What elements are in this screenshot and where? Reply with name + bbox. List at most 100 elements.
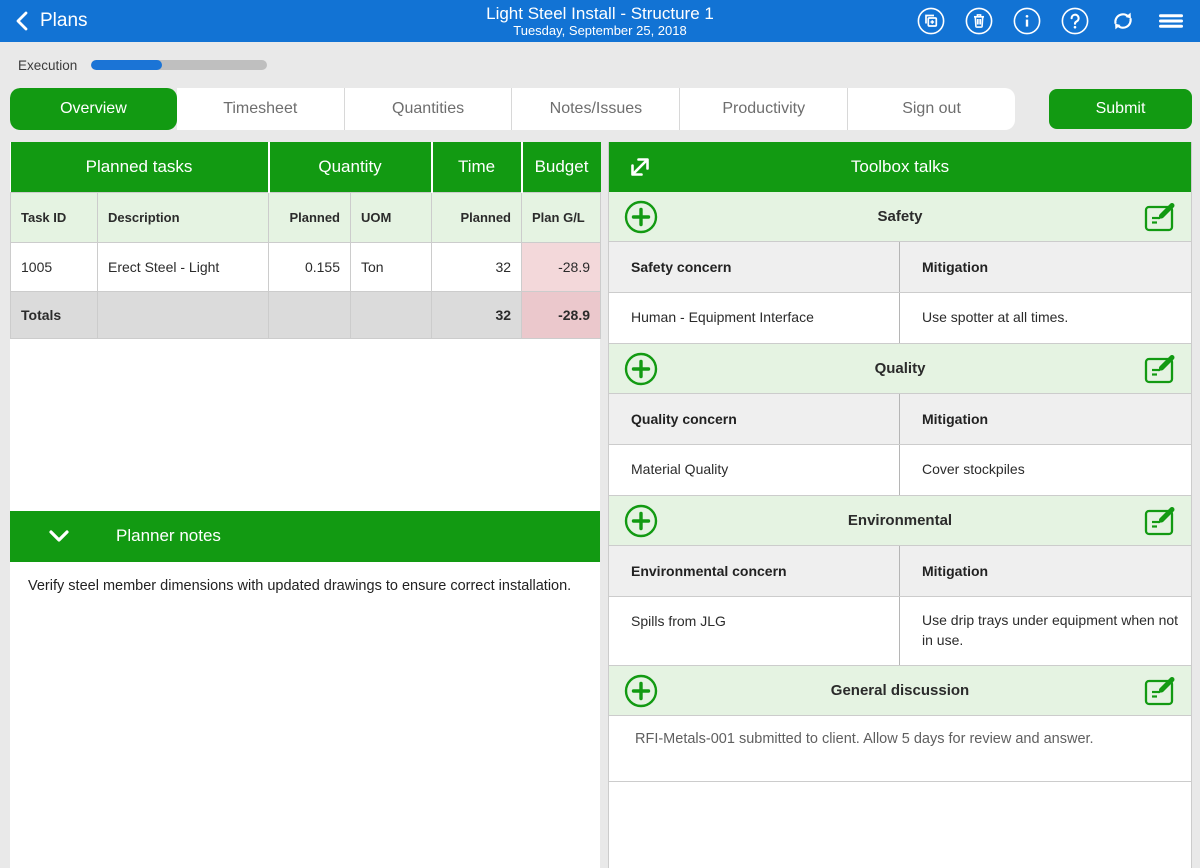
mitigation-header: Mitigation <box>900 546 1191 596</box>
planned-tasks-panel: Planned tasks Quantity Time Budget Task … <box>10 142 600 868</box>
col-header-task-id: Task ID <box>11 192 98 242</box>
planner-notes-title: Planner notes <box>116 526 221 546</box>
col-header-plan-gl: Plan G/L <box>522 192 601 242</box>
tab-notes-issues[interactable]: Notes/Issues <box>512 88 680 130</box>
sync-icon <box>1109 7 1137 35</box>
time-planned-cell: 32 <box>432 242 522 291</box>
uom-cell: Ton <box>351 242 432 291</box>
col-header-description: Description <box>98 192 269 242</box>
edit-note-icon <box>1143 505 1179 537</box>
execution-row: Execution <box>0 42 1200 88</box>
tab-sign-out[interactable]: Sign out <box>848 88 1015 130</box>
main-content: Planned tasks Quantity Time Budget Task … <box>0 142 1200 868</box>
qty-planned-cell: 0.155 <box>269 242 351 291</box>
add-general-discussion-button[interactable] <box>623 673 659 709</box>
left-panel-spacer <box>10 339 600 511</box>
safety-concern-cell: Human - Equipment Interface <box>609 293 900 343</box>
mitigation-header: Mitigation <box>900 242 1191 292</box>
totals-empty <box>351 291 432 338</box>
copy-button[interactable] <box>917 8 944 35</box>
quality-concern-header: Quality concern <box>609 394 900 444</box>
tabs: Overview Timesheet Quantities Notes/Issu… <box>10 88 1015 130</box>
column-header-row: Task ID Description Planned UOM Planned … <box>11 192 601 242</box>
environmental-row[interactable]: Spills from JLG Use drip trays under equ… <box>609 597 1191 666</box>
info-button[interactable] <box>1013 8 1040 35</box>
group-header-time: Time <box>432 142 522 192</box>
expand-icon <box>625 152 655 182</box>
chevron-down-icon <box>44 522 74 550</box>
execution-label: Execution <box>18 58 77 73</box>
add-environmental-button[interactable] <box>623 503 659 539</box>
environmental-concern-header: Environmental concern <box>609 546 900 596</box>
safety-table-header: Safety concern Mitigation <box>609 242 1191 293</box>
edit-general-discussion-button[interactable] <box>1143 675 1179 707</box>
back-button[interactable]: Plans <box>0 7 88 35</box>
help-button[interactable] <box>1061 8 1088 35</box>
environmental-table-header: Environmental concern Mitigation <box>609 546 1191 597</box>
sync-button[interactable] <box>1109 8 1136 35</box>
edit-note-icon <box>1143 353 1179 385</box>
totals-empty <box>98 291 269 338</box>
general-discussion-note[interactable]: RFI-Metals-001 submitted to client. Allo… <box>609 716 1191 782</box>
quality-mitigation-cell: Cover stockpiles <box>900 445 1191 495</box>
col-header-qty-planned: Planned <box>269 192 351 242</box>
totals-row: Totals 32 -28.9 <box>11 291 601 338</box>
safety-row[interactable]: Human - Equipment Interface Use spotter … <box>609 293 1191 344</box>
delete-button[interactable] <box>965 8 992 35</box>
quality-row[interactable]: Material Quality Cover stockpiles <box>609 445 1191 496</box>
back-label: Plans <box>40 10 88 32</box>
toolbox-empty-area <box>609 782 1191 868</box>
edit-quality-button[interactable] <box>1143 353 1179 385</box>
edit-note-icon <box>1143 201 1179 233</box>
hamburger-icon <box>1157 7 1185 35</box>
tab-bar: Overview Timesheet Quantities Notes/Issu… <box>0 88 1200 130</box>
tab-quantities[interactable]: Quantities <box>345 88 513 130</box>
environmental-concern-cell: Spills from JLG <box>609 597 900 665</box>
execution-progress-fill <box>91 60 161 70</box>
planner-notes-text: Verify steel member dimensions with upda… <box>10 562 600 868</box>
plan-date: Tuesday, September 25, 2018 <box>513 23 686 38</box>
planner-notes-header[interactable]: Planner notes <box>10 511 600 562</box>
tab-overview[interactable]: Overview <box>10 88 177 130</box>
environmental-title: Environmental <box>848 512 952 529</box>
planned-tasks-table: Planned tasks Quantity Time Budget Task … <box>10 142 601 339</box>
edit-note-icon <box>1143 675 1179 707</box>
trash-icon <box>965 7 993 35</box>
section-header-general-discussion: General discussion <box>609 666 1191 716</box>
edit-environmental-button[interactable] <box>1143 505 1179 537</box>
plan-title: Light Steel Install - Structure 1 <box>486 4 714 23</box>
add-safety-button[interactable] <box>623 199 659 235</box>
header-actions <box>917 8 1200 35</box>
plan-gl-cell: -28.9 <box>522 242 601 291</box>
plus-circle-icon <box>623 673 659 709</box>
tab-productivity[interactable]: Productivity <box>680 88 848 130</box>
table-row[interactable]: 1005 Erect Steel - Light 0.155 Ton 32 -2… <box>11 242 601 291</box>
plus-circle-icon <box>623 351 659 387</box>
safety-title: Safety <box>877 208 922 225</box>
submit-button[interactable]: Submit <box>1049 89 1192 129</box>
expand-button[interactable] <box>625 152 655 182</box>
top-bar: Plans Light Steel Install - Structure 1 … <box>0 0 1200 42</box>
back-chevron-icon <box>12 7 32 35</box>
menu-button[interactable] <box>1157 8 1184 35</box>
section-header-environmental: Environmental <box>609 496 1191 546</box>
group-header-planned-tasks: Planned tasks <box>11 142 269 192</box>
copy-icon <box>917 7 945 35</box>
task-id-cell: 1005 <box>11 242 98 291</box>
col-header-uom: UOM <box>351 192 432 242</box>
group-header-quantity: Quantity <box>269 142 432 192</box>
edit-safety-button[interactable] <box>1143 201 1179 233</box>
question-icon <box>1061 7 1089 35</box>
toolbox-talks-panel: Toolbox talks Safety <box>608 142 1192 868</box>
safety-concern-header: Safety concern <box>609 242 900 292</box>
quality-title: Quality <box>875 360 926 377</box>
add-quality-button[interactable] <box>623 351 659 387</box>
tab-timesheet[interactable]: Timesheet <box>177 88 345 130</box>
group-header-budget: Budget <box>522 142 601 192</box>
col-header-time-planned: Planned <box>432 192 522 242</box>
toolbox-talks-header: Toolbox talks <box>609 142 1191 192</box>
info-icon <box>1013 7 1041 35</box>
totals-plan-gl: -28.9 <box>522 291 601 338</box>
general-discussion-note-text: RFI-Metals-001 submitted to client. Allo… <box>635 729 1131 750</box>
totals-empty <box>269 291 351 338</box>
